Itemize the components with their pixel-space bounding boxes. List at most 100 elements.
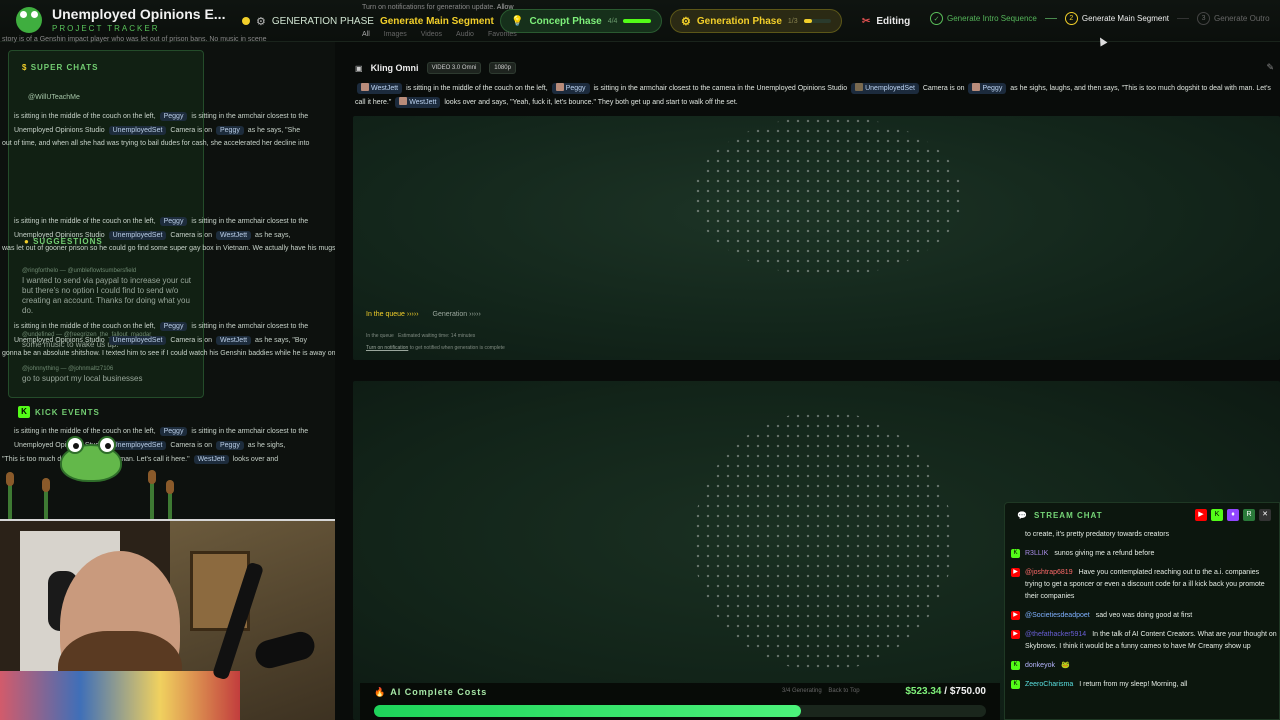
queue-status-label: In the queue ››››› (366, 311, 419, 318)
super-chat-user: @WillUTeachMe (28, 94, 80, 101)
fire-icon: 🔥 (374, 687, 387, 697)
segment-stepper: ✓ Generate Intro Sequence 2 Generate Mai… (930, 12, 1270, 25)
chat-message: ▶ @Societiesdeadpoet sad veo was doing go… (1011, 610, 1277, 622)
costs-meta: 3/4 Generating Back to Top (782, 688, 860, 694)
turn-on-notification-link[interactable]: Turn on notification (366, 345, 408, 351)
kick-icon: K (18, 406, 30, 418)
tab-audio[interactable]: Audio (456, 31, 474, 38)
youtube-icon: ▶ (1011, 630, 1020, 639)
tab-favorites[interactable]: Favorites (488, 31, 517, 38)
youtube-icon: ▶ (1011, 611, 1020, 620)
costs-amount: $523.34 / $750.00 (905, 686, 986, 697)
back-to-top-link[interactable]: Back to Top (828, 688, 859, 694)
prompt-history-line: Unemployed Opinions Studio UnemployedSet… (14, 126, 301, 135)
editing-phase-label: Editing (876, 15, 911, 27)
stream-chat-title: STREAM CHAT (1033, 511, 1103, 520)
editing-phase-pill[interactable]: ✂ Editing (852, 9, 920, 33)
tab-all[interactable]: All (362, 31, 370, 38)
prompt-history-line: is sitting in the middle of the couch on… (14, 112, 309, 121)
tab-videos[interactable]: Videos (421, 31, 442, 38)
concept-phase-pill[interactable]: 💡 Concept Phase 4/4 (500, 9, 662, 33)
queue-details: In the queue Estimated waiting time: 14 … (366, 333, 505, 351)
current-segment-label: Generate Main Segment (379, 15, 494, 27)
suggestions-title: ● SUGGESTIONS (24, 237, 103, 246)
model-tag: VIDEO 3.0 Omni (426, 62, 482, 74)
resolution-tag: 1080p (489, 62, 516, 74)
set-chip: UnemployedSet (851, 83, 919, 94)
suggestion-user: @johnnything — @johnmaltz7106 (22, 366, 114, 372)
suggestions-label: SUGGESTIONS (33, 237, 103, 246)
costs-progress-bar (374, 705, 986, 717)
tab-images[interactable]: Images (384, 31, 407, 38)
brand-title: Unemployed Opinions E... (52, 6, 226, 22)
brand-subtitle: PROJECT TRACKER (52, 24, 160, 33)
chat-message: to create, it's pretty predatory towards… (1025, 531, 1170, 538)
status-dot-icon (242, 17, 250, 25)
suggestion-user: @ringforthelo — @umbleflowtsumbersfield (22, 268, 137, 274)
chat-message: K R3LLIK sunos giving me a refund before (1011, 548, 1277, 560)
step-connector (1044, 18, 1057, 19)
step-number: 2 (1064, 12, 1078, 25)
rumble-icon: R (1243, 509, 1255, 521)
generation-card[interactable]: In the queue ››››› Generation ››››› In t… (353, 116, 1280, 360)
generation-status-label: Generation ››››› (432, 311, 481, 318)
generation-progress-bar (803, 19, 831, 23)
step-connector (1177, 18, 1190, 19)
chat-message: ▶ @joshtrap6819 Have you contemplated rea… (1011, 567, 1277, 603)
scissors-icon: ✂ (862, 15, 871, 27)
notification-text: Turn on notifications for generation upd… (362, 4, 496, 11)
allow-notifications-link[interactable]: Allow (497, 4, 514, 11)
generation-phase-label: GENERATION PHASE (271, 15, 374, 27)
ai-costs-bar: 🔥 AI Complete Costs 3/4 Generating Back t… (360, 683, 1000, 720)
kick-icon: K (1011, 549, 1020, 558)
generation-phase-indicator: ⚙ GENERATION PHASE Generate Main Segment (232, 9, 504, 33)
generation-phase-pill[interactable]: ⚙ Generation Phase 1/3 (670, 9, 842, 33)
chat-message-list: to create, it's pretty predatory towards… (1011, 529, 1277, 698)
edit-icon[interactable]: ✎ (1266, 62, 1274, 73)
chat-message: K ZeeroCharisma I return from my sleep! M… (1011, 679, 1277, 691)
queue-status-row: In the queue ››››› Generation ››››› (366, 311, 481, 318)
lightbulb-icon: 💡 (511, 15, 524, 27)
prompt-history-line: Unemployed Opinions Studio UnemployedSet… (14, 336, 307, 345)
super-chats-label: SUPER CHATS (30, 63, 99, 72)
job-header: ▣ Kling Omni VIDEO 3.0 Omni 1080p (355, 62, 516, 74)
youtube-icon: ▶ (1195, 509, 1207, 521)
step-main-segment[interactable]: 2 Generate Main Segment (1064, 12, 1169, 25)
prompt-history-line: out of time, and when all she had was tr… (2, 140, 310, 147)
prompt-history-line: is sitting in the middle of the couch on… (14, 322, 309, 331)
frog-emote-icon: 🐸 (1060, 662, 1070, 669)
webcam-feed (0, 519, 356, 720)
generation-phase-count: 1/3 (787, 17, 798, 25)
character-chip: WestJett (395, 97, 441, 108)
brand: Unemployed Opinions E... PROJECT TRACKER (16, 6, 225, 33)
gear-icon: ⚙ (256, 15, 266, 28)
chat-message: ▶ @thefathacker5914 In the talk of AI Con… (1011, 629, 1277, 653)
generation-phase-pill-label: Generation Phase (696, 15, 782, 27)
chat-bubble-icon: 💬 (1017, 511, 1028, 520)
prompt-history-line: gonna be an absolute shitshow. I texted … (2, 350, 336, 357)
step-outro[interactable]: 3 Generate Outro (1197, 12, 1270, 25)
frog-mascot-icon (60, 436, 122, 482)
chat-message: K donkeyok 🐸 (1011, 660, 1277, 672)
step-number: 3 (1197, 12, 1211, 25)
prompt-history-line: is sitting in the middle of the couch on… (14, 217, 309, 226)
prompt-history-line: "This is too much dogshit to deal with m… (2, 455, 279, 464)
media-tabs: All Images Videos Audio Favorites (362, 31, 517, 38)
prompt-history-line: was let out of gooner prison so he could… (2, 245, 350, 252)
kick-icon: K (1211, 509, 1223, 521)
kick-events-title: KICK EVENTS (35, 408, 100, 417)
lightbulb-icon: ● (24, 237, 30, 246)
frog-logo-icon (16, 6, 42, 33)
step-intro[interactable]: ✓ Generate Intro Sequence (930, 12, 1037, 25)
close-icon[interactable]: ✕ (1259, 509, 1271, 521)
prompt-history-line: Unemployed Opinions Studio UnemployedSet… (14, 441, 286, 450)
concept-phase-label: Concept Phase (529, 15, 602, 27)
job-prompt: WestJett is sitting in the middle of the… (355, 83, 1271, 108)
kick-icon: K (1011, 680, 1020, 689)
dollar-icon: $ (22, 63, 28, 72)
gear-icon: ⚙ (681, 15, 691, 28)
step-label: Generate Outro (1214, 14, 1270, 23)
ai-costs-label: 🔥 AI Complete Costs (374, 687, 488, 697)
notification-prompt: Turn on notifications for generation upd… (362, 4, 514, 11)
step-label: Generate Intro Sequence (947, 14, 1037, 23)
